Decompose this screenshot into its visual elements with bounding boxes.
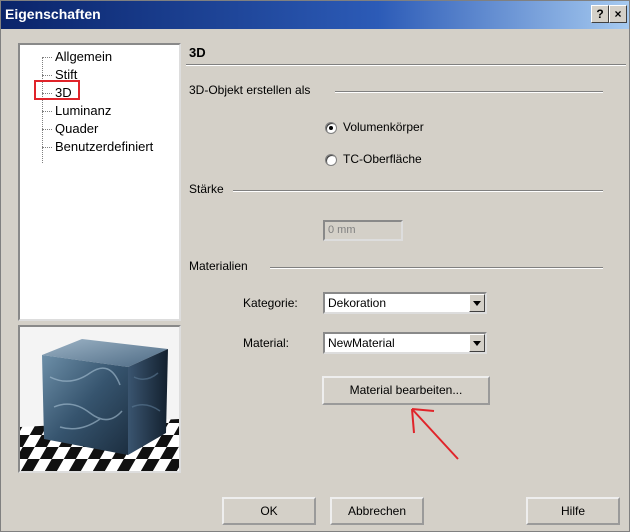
tree-item-label: Benutzerdefiniert [55,139,154,154]
tree-branch-line [42,147,52,148]
cancel-button[interactable]: Abbrechen [330,497,424,525]
create-as-group-line [335,91,603,93]
title-divider [186,64,626,66]
tree-branch-line [42,57,52,58]
material-select[interactable]: NewMaterial [323,332,487,354]
tree-branch-line [42,129,52,130]
red-arrow-annotation [411,408,459,460]
help-title-button[interactable]: ? [591,5,609,23]
thickness-group-label: Stärke [189,182,224,196]
category-select[interactable]: Dekoration [323,292,487,314]
materials-group-line [270,267,603,269]
cube-preview-image [20,327,179,471]
thickness-group-line [233,190,603,192]
chevron-down-icon[interactable] [469,334,485,352]
material-preview [18,325,181,473]
tree-item-label: Luminanz [55,103,112,118]
radio-volumenkoerper[interactable] [325,122,337,134]
ok-button[interactable]: OK [222,497,316,525]
radio-tc-oberflaeche[interactable] [325,154,337,166]
window-title: Eigenschaften [5,6,101,22]
category-select-value: Dekoration [328,296,387,310]
chevron-down-icon[interactable] [469,294,485,312]
help-button[interactable]: Hilfe [526,497,620,525]
properties-dialog: Eigenschaften ? × Allgemein Stift 3D Lum… [0,0,630,532]
radio-tc-oberflaeche-label[interactable]: TC-Oberfläche [343,152,422,166]
tree-item-label: Quader [55,121,99,136]
tree-branch-line [42,111,52,112]
selection-highlight-box [34,80,80,100]
create-as-group-label: 3D-Objekt erstellen als [189,83,311,97]
radio-volumenkoerper-label[interactable]: Volumenkörper [343,120,424,134]
materials-group-label: Materialien [189,259,248,273]
title-bar: Eigenschaften ? × [1,1,629,29]
category-label: Kategorie: [243,296,298,310]
close-button[interactable]: × [609,5,627,23]
tree-item-label: Allgemein [55,49,113,64]
page-title: 3D [189,45,206,60]
material-select-value: NewMaterial [328,336,395,350]
material-label: Material: [243,336,290,350]
thickness-input[interactable]: 0 mm [323,220,403,241]
tree-branch-line [42,75,52,76]
